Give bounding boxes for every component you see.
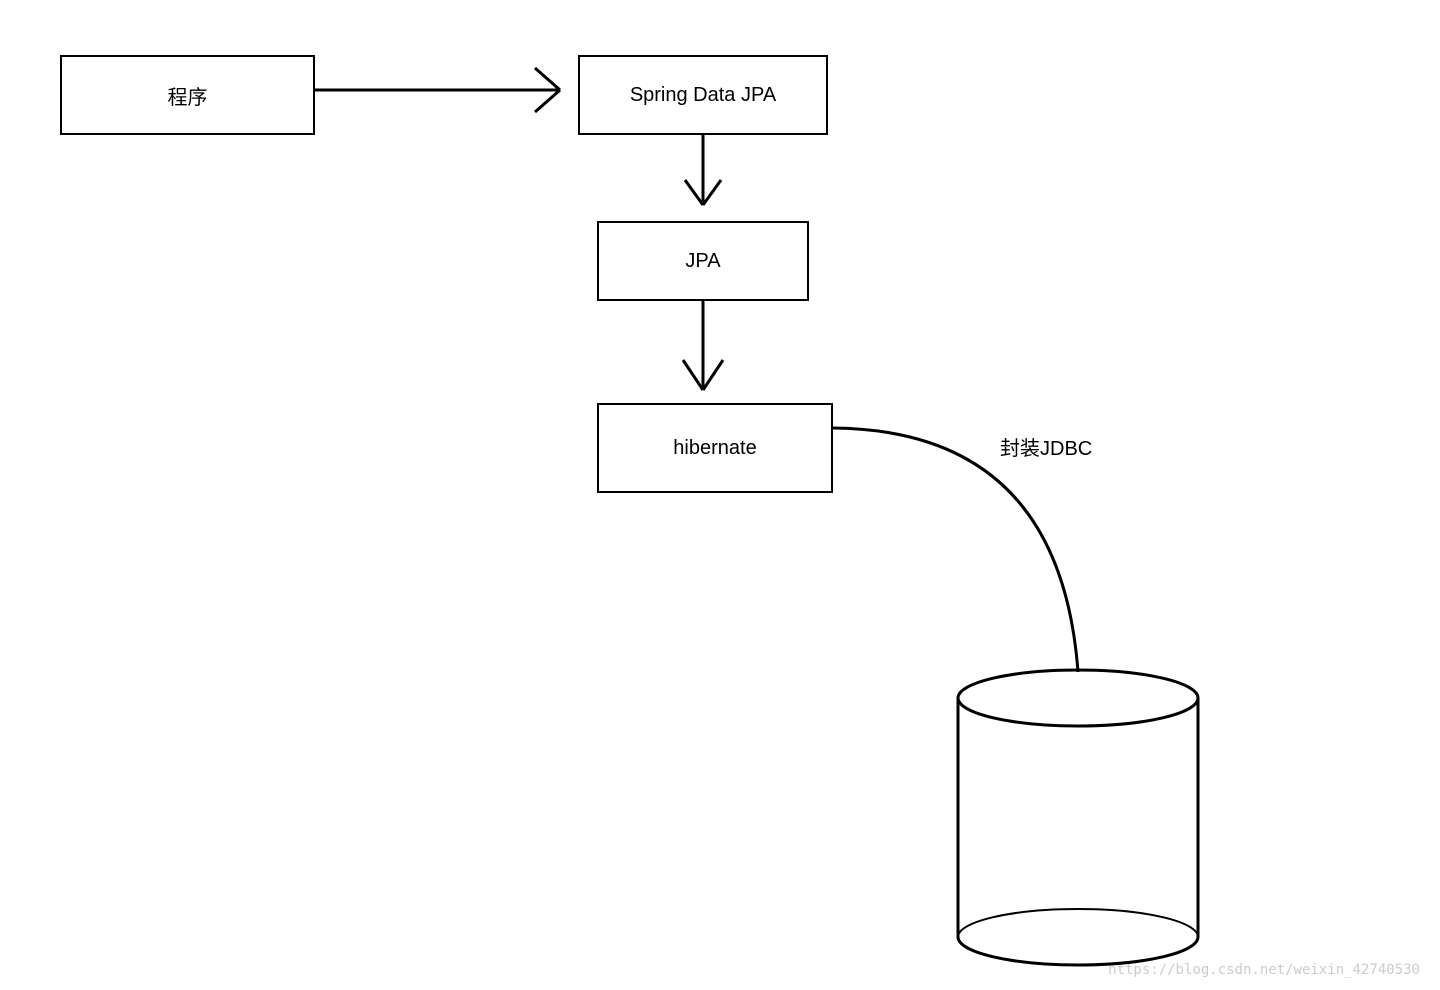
edge-label-jdbc: 封装JDBC (1000, 432, 1092, 461)
diagram-connectors (0, 0, 1440, 990)
node-spring-data-jpa: Spring Data JPA (578, 55, 828, 135)
node-program: 程序 (60, 55, 315, 135)
arrow-springdata-to-jpa (685, 135, 721, 205)
arrow-program-to-springdata (315, 68, 560, 112)
node-jpa-label: JPA (685, 250, 720, 273)
connector-hibernate-to-db (833, 428, 1078, 672)
node-hibernate: hibernate (597, 403, 833, 493)
node-spring-data-jpa-label: Spring Data JPA (630, 84, 776, 107)
node-program-label: 程序 (168, 81, 208, 110)
node-hibernate-label: hibernate (673, 437, 756, 460)
watermark-text: https://blog.csdn.net/weixin_42740530 (1108, 962, 1420, 978)
database-cylinder-icon (958, 670, 1198, 965)
node-jpa: JPA (597, 221, 809, 301)
arrow-jpa-to-hibernate (683, 301, 723, 390)
